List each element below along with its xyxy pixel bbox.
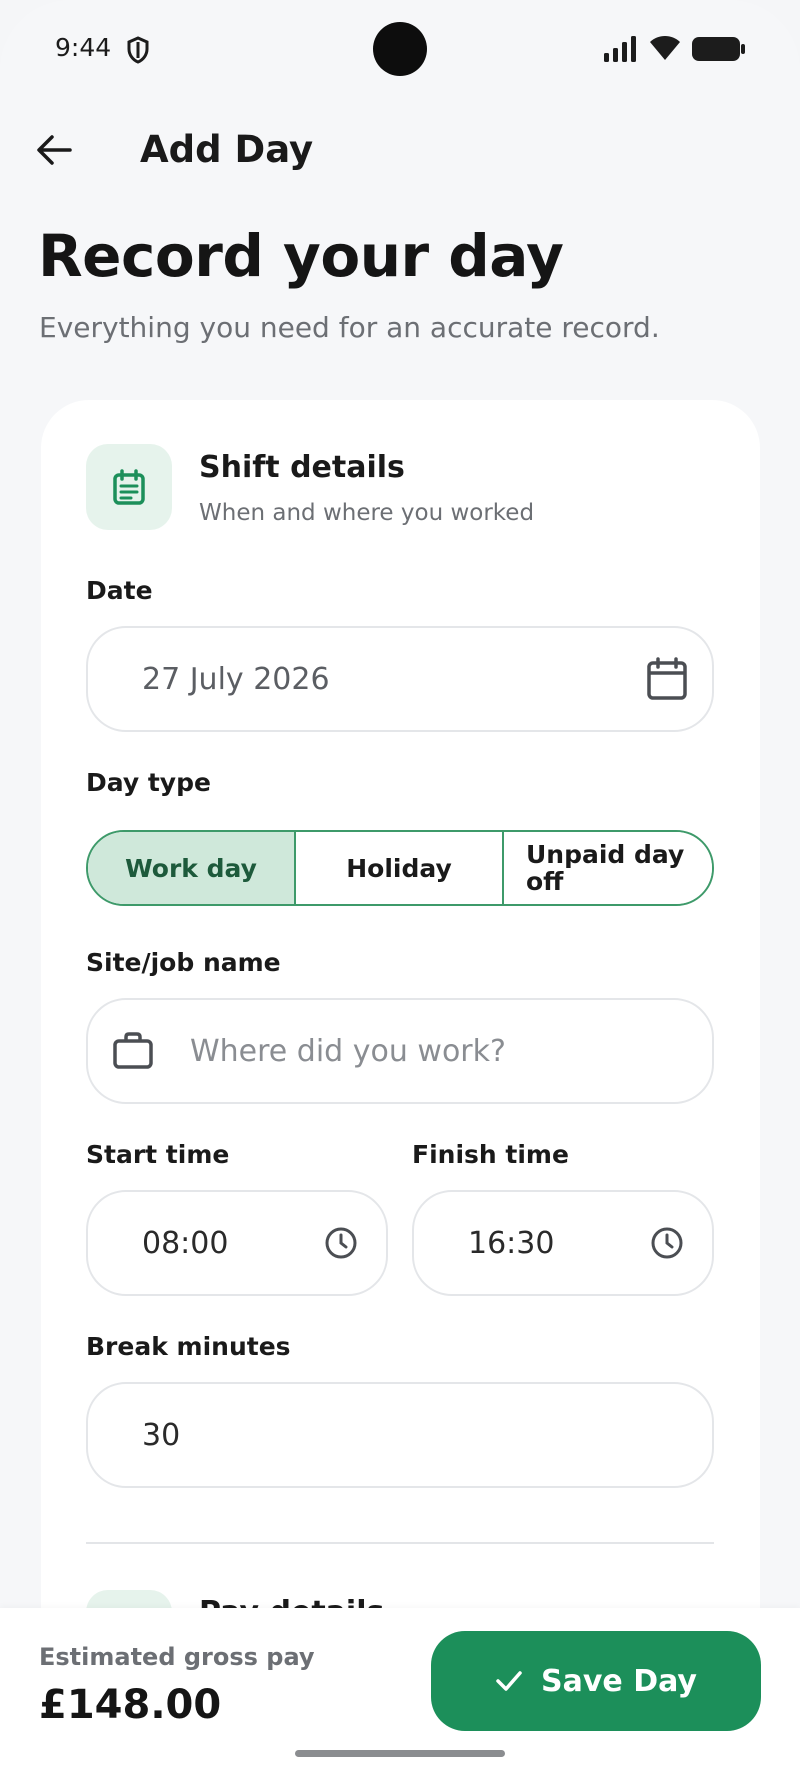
section-subtitle: When and where you worked: [199, 500, 535, 526]
clock-icon[interactable]: [650, 1226, 684, 1260]
break-minutes-field[interactable]: 30: [86, 1382, 714, 1488]
clock-icon[interactable]: [324, 1226, 358, 1260]
briefcase-icon: [113, 1032, 153, 1069]
wifi-icon: [650, 36, 680, 60]
day-type-label: Day type: [86, 768, 211, 797]
page-title: Record your day: [38, 222, 564, 290]
shift-details-card: Shift details When and where you worked …: [41, 400, 760, 1778]
site-input[interactable]: Where did you work?: [190, 1034, 506, 1069]
day-type-work-day[interactable]: Work day: [88, 832, 296, 904]
status-time: 9:44: [55, 33, 112, 62]
save-day-button[interactable]: Save Day: [431, 1631, 761, 1731]
finish-time-field[interactable]: 16:30: [412, 1190, 714, 1296]
date-value: 27 July 2026: [142, 661, 330, 697]
site-label: Site/job name: [86, 948, 281, 977]
calendar-icon[interactable]: [646, 657, 688, 701]
date-label: Date: [86, 576, 153, 605]
signal-icon: [604, 36, 636, 62]
battery-icon: [692, 37, 745, 61]
header-title: Add Day: [140, 128, 314, 171]
check-icon: [496, 1671, 522, 1691]
finish-time-label: Finish time: [412, 1140, 569, 1169]
shield-icon: [127, 36, 149, 64]
site-field[interactable]: Where did you work?: [86, 998, 714, 1104]
finish-time-value: 16:30: [468, 1225, 555, 1261]
calendar-list-icon: [113, 469, 145, 505]
section-icon-container: [86, 444, 172, 530]
day-type-selector: Work day Holiday Unpaid day off: [86, 830, 714, 906]
section-divider: [86, 1542, 714, 1544]
camera-cutout: [373, 22, 427, 76]
estimate-label: Estimated gross pay: [39, 1643, 315, 1671]
save-day-label: Save Day: [541, 1663, 697, 1699]
bottom-action-bar: Estimated gross pay £148.00 Save Day: [0, 1608, 800, 1778]
start-time-value: 08:00: [142, 1225, 229, 1261]
page-subtitle: Everything you need for an accurate reco…: [39, 311, 660, 344]
day-type-unpaid-day-off[interactable]: Unpaid day off: [504, 832, 712, 904]
start-time-field[interactable]: 08:00: [86, 1190, 388, 1296]
start-time-label: Start time: [86, 1140, 230, 1169]
back-arrow-icon[interactable]: [34, 130, 74, 170]
estimate-value: £148.00: [39, 1682, 222, 1728]
home-indicator[interactable]: [295, 1750, 505, 1757]
section-title: Shift details: [199, 450, 405, 485]
break-label: Break minutes: [86, 1332, 291, 1361]
date-field[interactable]: 27 July 2026: [86, 626, 714, 732]
day-type-holiday[interactable]: Holiday: [296, 832, 504, 904]
break-minutes-value: 30: [142, 1417, 181, 1453]
app-screen: 9:44 Add Day Record your day Everything …: [0, 0, 800, 1778]
